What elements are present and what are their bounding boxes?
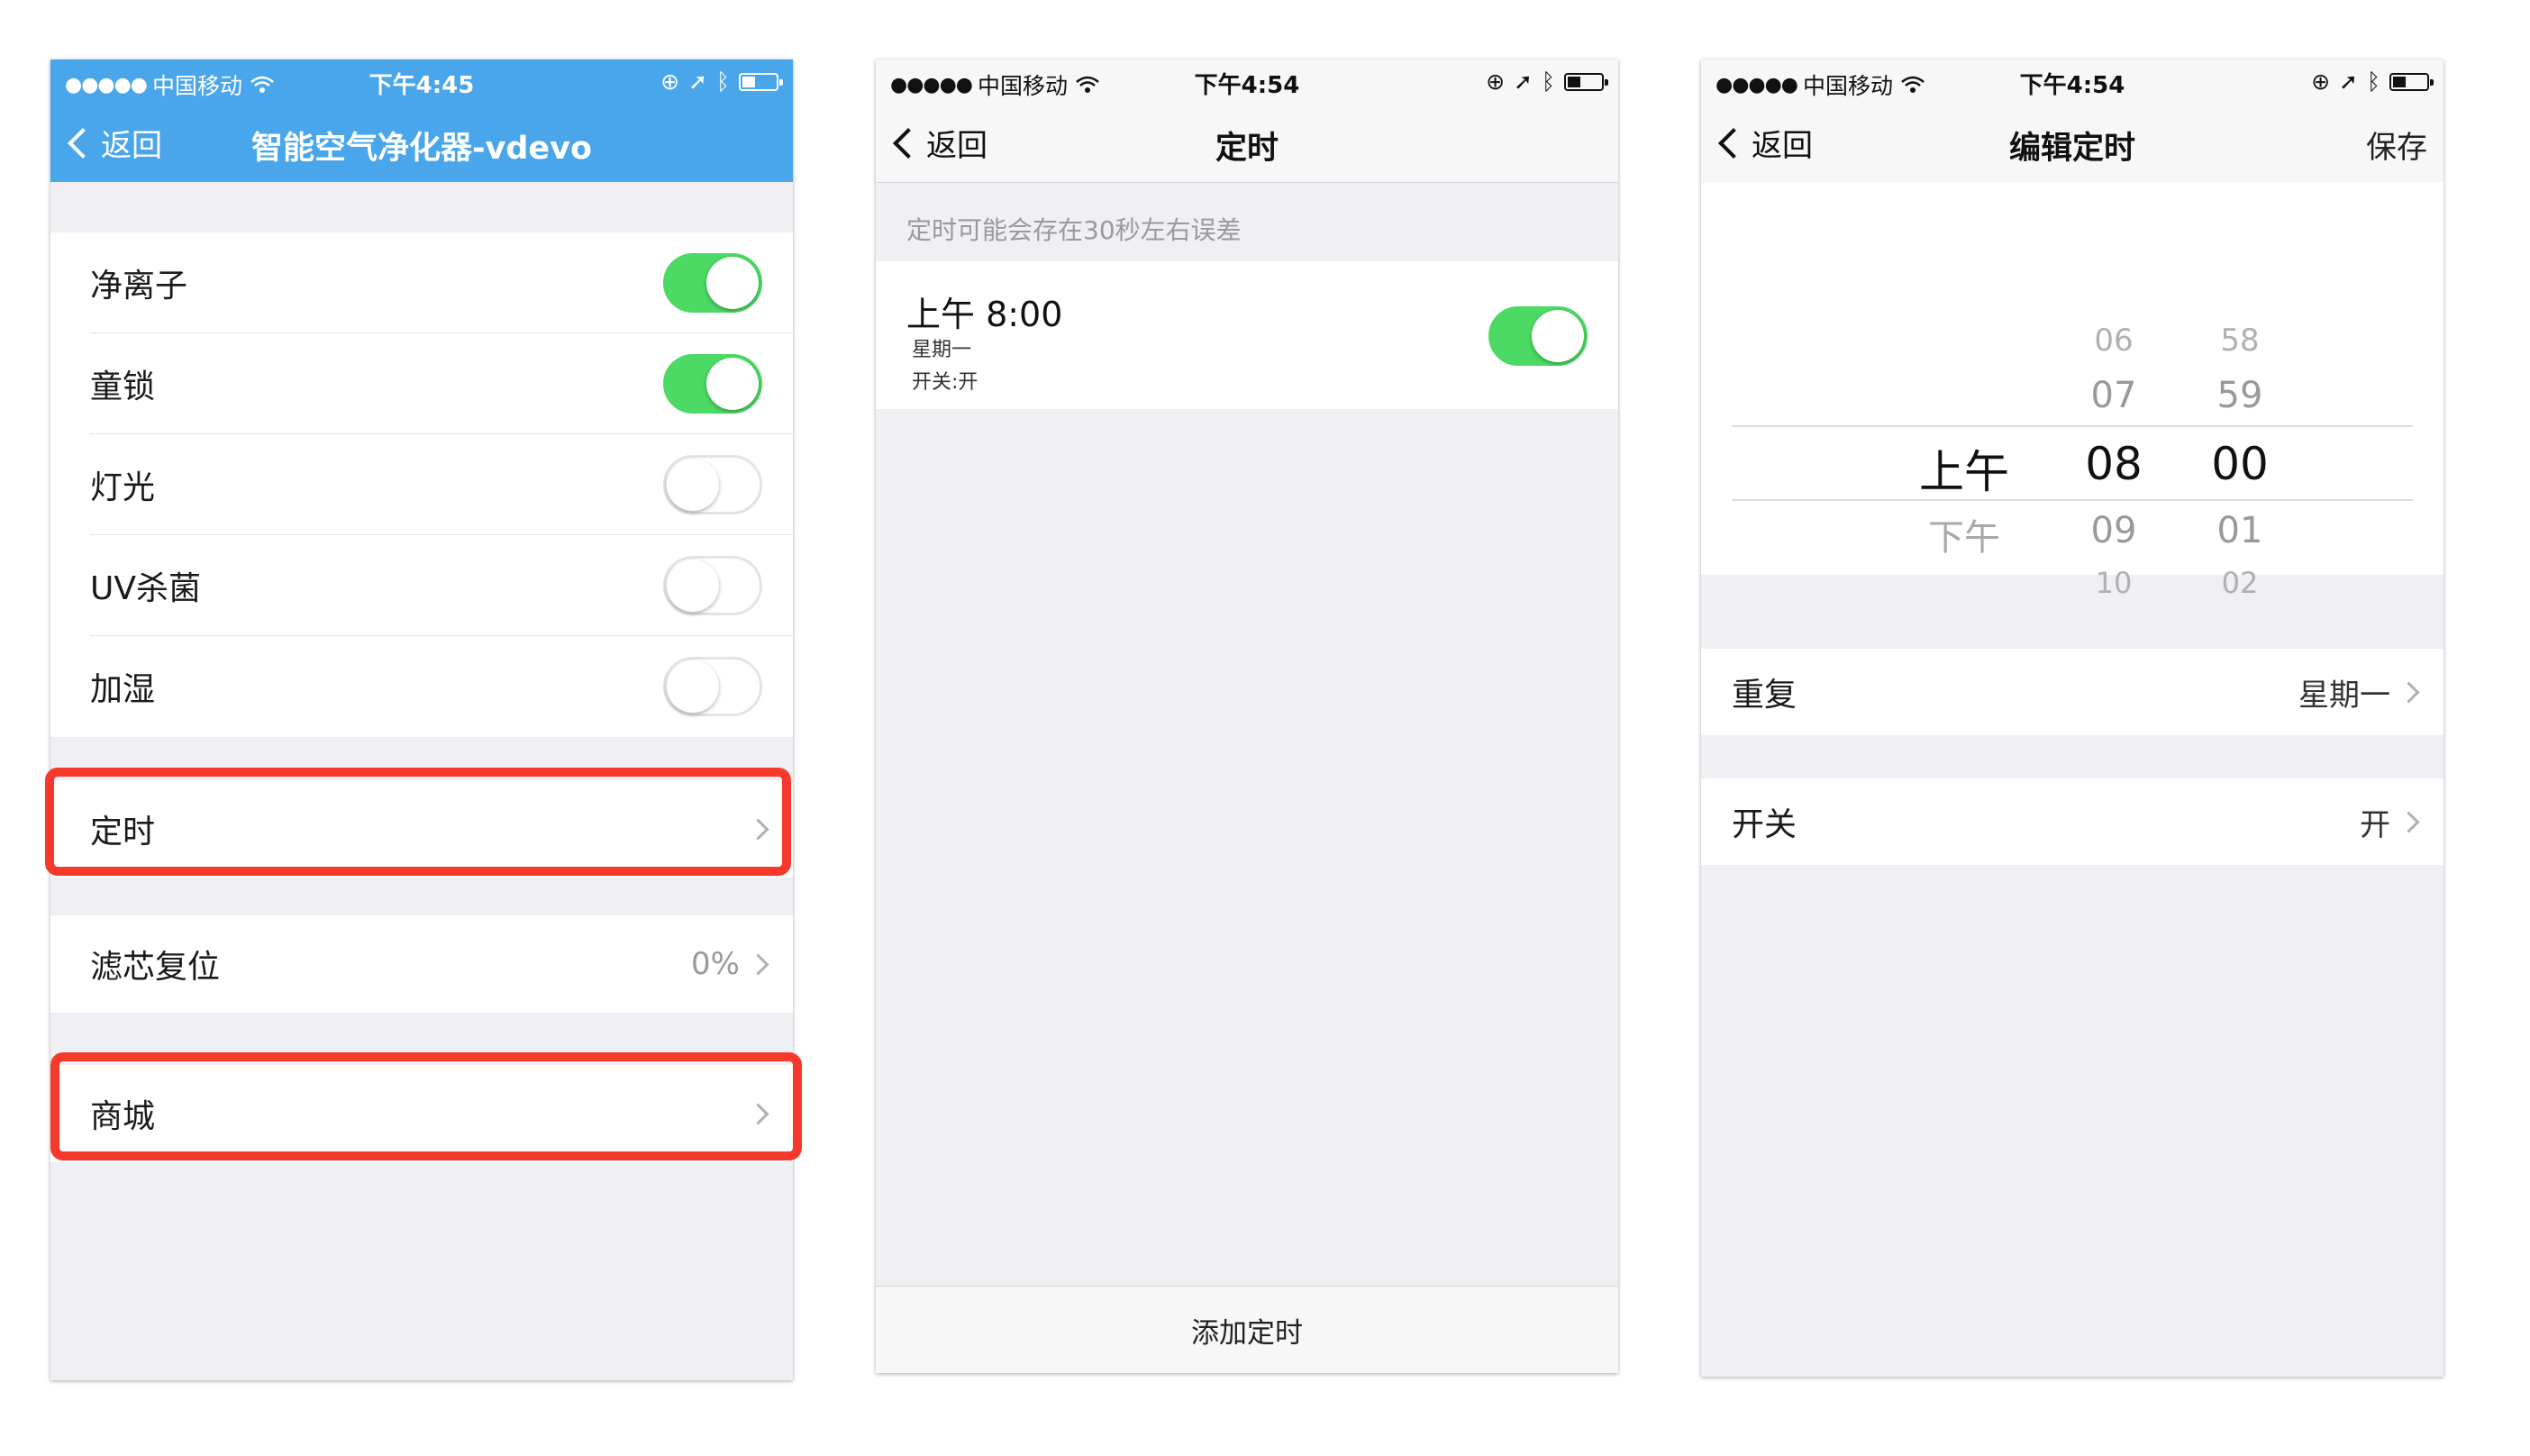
toggle-row-child-lock: 童锁 [50, 333, 793, 434]
repeat-row[interactable]: 重复 星期一 [1701, 649, 2444, 735]
page-title: 编辑定时 [2008, 131, 2135, 167]
time-picker[interactable]: 上午 下午 06 07 08 09 10 58 59 00 01 02 [1701, 182, 2444, 600]
battery-icon [739, 72, 783, 91]
minute-option: 01 [2216, 510, 2263, 551]
toggle-row-humidify: 加湿 [50, 636, 793, 737]
bluetooth-icon: ᛒ [2366, 68, 2380, 95]
timer-item-repeat: 星期一 [912, 339, 972, 361]
device-settings-screen: ●●●●● 中国移动 下午4:45 ⊕ ➚ ᛒ 返回 智能空气净化器-vdevo… [50, 59, 793, 1380]
filter-reset-label: 滤芯复位 [90, 949, 221, 986]
switch-row[interactable]: 开关 开 [1701, 778, 2444, 865]
toggle-row-ion: 净离子 [50, 232, 793, 333]
minute-option: 59 [2216, 375, 2263, 416]
hour-option: 07 [2090, 375, 2137, 416]
add-timer-button[interactable]: 添加定时 [876, 1286, 1618, 1373]
toggle-row-label: 加湿 [90, 671, 156, 708]
battery-icon [1564, 72, 1608, 91]
chevron-right-icon [2398, 680, 2420, 704]
page-title: 智能空气净化器-vdevo [251, 131, 592, 167]
status-bar: ●●●●● 中国移动 下午4:54 ⊕ ➚ ᛒ [876, 59, 1618, 103]
repeat-label: 重复 [1732, 677, 1797, 714]
nav-bar: 返回 编辑定时 保存 [1701, 103, 2444, 183]
nav-bar: 返回 智能空气净化器-vdevo [50, 103, 793, 182]
hour-option: 09 [2090, 510, 2137, 551]
timer-row[interactable]: 定时 [50, 780, 793, 878]
location-icon: ➚ [688, 68, 707, 95]
chevron-right-icon [2398, 810, 2420, 833]
filter-reset-row[interactable]: 滤芯复位 0% [50, 915, 793, 1013]
edit-timer-screen: ●●●●● 中国移动 下午4:54 ⊕ ➚ ᛒ 返回 编辑定时 保存 上午 下午… [1701, 59, 2444, 1377]
toggle-row-label: 净离子 [90, 268, 188, 305]
bluetooth-icon: ᛒ [1541, 68, 1555, 95]
location-icon: ➚ [2339, 68, 2358, 95]
orientation-lock-icon: ⊕ [1486, 68, 1506, 95]
save-button[interactable]: 保存 [2366, 123, 2427, 167]
mall-label: 商城 [90, 1098, 156, 1135]
nav-bar: 返回 定时 [876, 103, 1618, 183]
add-timer-label: 添加定时 [1191, 1316, 1303, 1350]
timer-item[interactable]: 上午 8:00 星期一 开关:开 [876, 261, 1618, 409]
timer-enable-toggle[interactable] [1488, 306, 1588, 366]
chevron-right-icon [747, 817, 769, 841]
timer-notice: 定时可能会存在30秒左右误差 [906, 215, 1242, 245]
hour-option: 06 [2094, 323, 2134, 359]
toggle-row-label: 灯光 [90, 469, 156, 506]
chevron-right-icon [747, 1102, 769, 1125]
location-icon: ➚ [1514, 68, 1533, 95]
ion-toggle[interactable] [663, 253, 762, 313]
hour-selected: 08 [2085, 438, 2143, 490]
mall-row[interactable]: 商城 [50, 1065, 793, 1162]
minute-selected: 00 [2211, 438, 2269, 490]
toggle-row-uv: UV杀菌 [50, 535, 793, 636]
orientation-lock-icon: ⊕ [2311, 68, 2331, 95]
page-title: 定时 [1215, 131, 1279, 167]
light-toggle[interactable] [663, 455, 762, 514]
chevron-right-icon [747, 952, 769, 976]
ampm-option: 下午 [1928, 517, 2000, 559]
status-bar: ●●●●● 中国移动 下午4:54 ⊕ ➚ ᛒ [1701, 59, 2444, 103]
bluetooth-icon: ᛒ [715, 68, 730, 95]
switch-label: 开关 [1732, 806, 1797, 843]
minute-option: 02 [2221, 566, 2259, 600]
battery-icon [2389, 72, 2434, 91]
toggle-row-label: UV杀菌 [90, 570, 201, 607]
humidify-toggle[interactable] [663, 657, 762, 716]
filter-reset-value: 0% [691, 946, 740, 982]
hour-option: 10 [2095, 566, 2133, 600]
toggle-row-light: 灯光 [50, 434, 793, 535]
child-lock-toggle[interactable] [663, 354, 762, 414]
uv-toggle[interactable] [663, 556, 762, 615]
orientation-lock-icon: ⊕ [660, 68, 680, 95]
toggle-row-label: 童锁 [90, 369, 156, 405]
minute-option: 58 [2220, 323, 2260, 359]
timer-label: 定时 [90, 814, 156, 851]
status-bar: ●●●●● 中国移动 下午4:45 ⊕ ➚ ᛒ [50, 59, 793, 103]
timer-list-screen: ●●●●● 中国移动 下午4:54 ⊕ ➚ ᛒ 返回 定时 定时可能会存在30秒… [876, 59, 1618, 1373]
ampm-selected: 上午 [1919, 446, 2009, 498]
timer-item-switch: 开关:开 [912, 371, 978, 394]
timer-item-time: 上午 8:00 [906, 295, 1063, 334]
switch-value: 开 [2360, 806, 2390, 843]
repeat-value: 星期一 [2298, 677, 2390, 714]
